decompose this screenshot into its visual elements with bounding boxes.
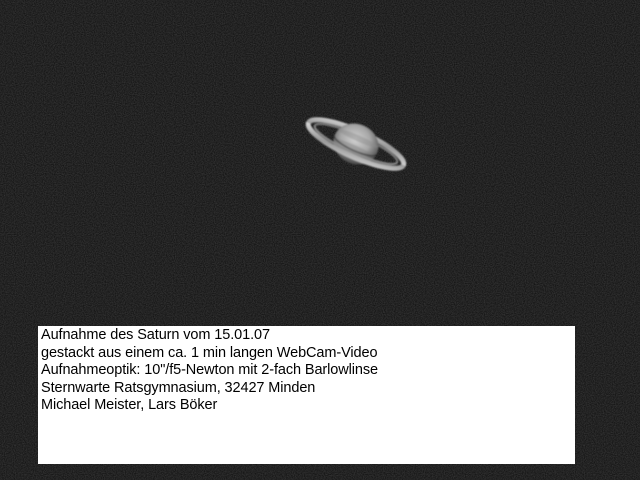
- caption-optics: Aufnahmeoptik: 10"/f5-Newton mit 2-fach …: [41, 362, 378, 378]
- saturn-image: [305, 117, 407, 171]
- astro-photo: Aufnahme des Saturn vom 15.01.07 gestack…: [0, 0, 640, 480]
- caption-authors: Michael Meister, Lars Böker: [41, 397, 218, 413]
- caption-box: Aufnahme des Saturn vom 15.01.07 gestack…: [38, 326, 575, 464]
- caption-title: Aufnahme des Saturn vom 15.01.07: [41, 327, 270, 343]
- caption-processing: gestackt aus einem ca. 1 min langen WebC…: [41, 344, 378, 361]
- caption-observatory: Sternwarte Ratsgymnasium, 32427 Minden: [41, 379, 316, 396]
